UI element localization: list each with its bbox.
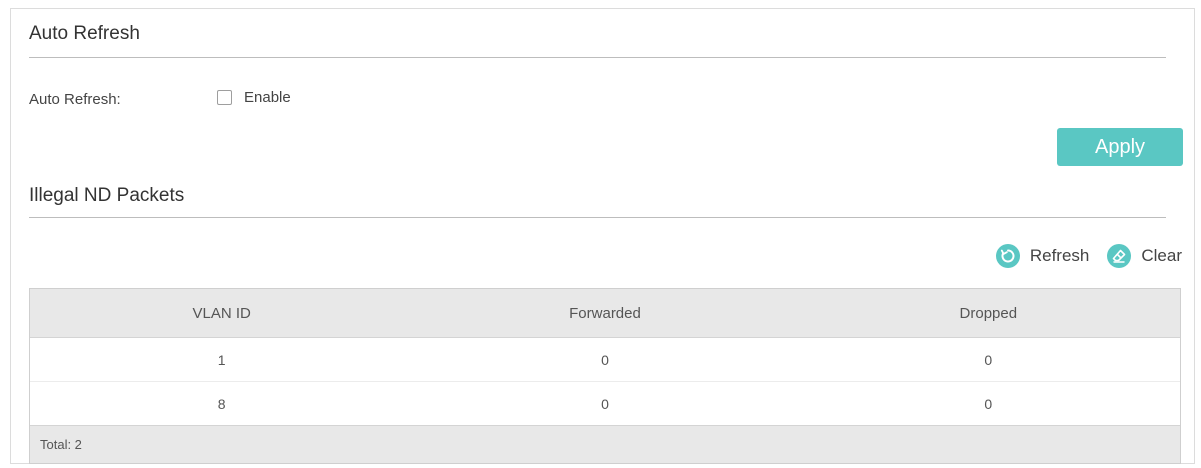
enable-checkbox[interactable] [217,90,232,105]
illegal-nd-divider [29,217,1166,218]
auto-refresh-field-label: Auto Refresh: [29,91,121,108]
eraser-icon[interactable] [1107,244,1132,268]
refresh-label[interactable]: Refresh [1030,246,1090,266]
cell-forwarded: 0 [413,337,797,382]
illegal-nd-table: VLAN ID Forwarded Dropped 1 0 0 8 0 0 To… [29,288,1181,464]
table-row: 1 0 0 [30,337,1180,382]
auto-refresh-section-title: Auto Refresh [29,23,140,44]
clear-button[interactable]: Clear [1107,244,1182,268]
auto-refresh-divider [29,57,1166,58]
cell-vlan-id: 1 [30,337,414,382]
enable-checkbox-control[interactable]: Enable [217,89,291,106]
column-header-forwarded: Forwarded [413,289,797,338]
apply-button[interactable]: Apply [1057,128,1183,166]
cell-dropped: 0 [796,337,1180,382]
table-actions: Refresh Clear [978,244,1182,268]
enable-checkbox-label[interactable]: Enable [244,89,291,106]
table-footer-total: Total: 2 [30,426,1180,463]
main-panel: Auto Refresh Auto Refresh: Enable Apply … [10,8,1195,464]
table-row: 8 0 0 [30,381,1180,426]
clear-label[interactable]: Clear [1141,246,1182,266]
illegal-nd-section-title: Illegal ND Packets [29,185,185,206]
table-header-row: VLAN ID Forwarded Dropped [30,289,1180,338]
packets-table: VLAN ID Forwarded Dropped 1 0 0 8 0 0 [30,289,1180,426]
refresh-button[interactable]: Refresh [995,244,1090,268]
cell-vlan-id: 8 [30,381,414,426]
cell-forwarded: 0 [413,381,797,426]
column-header-dropped: Dropped [796,289,1180,338]
cell-dropped: 0 [796,381,1180,426]
column-header-vlan-id: VLAN ID [30,289,414,338]
refresh-icon[interactable] [995,244,1020,268]
